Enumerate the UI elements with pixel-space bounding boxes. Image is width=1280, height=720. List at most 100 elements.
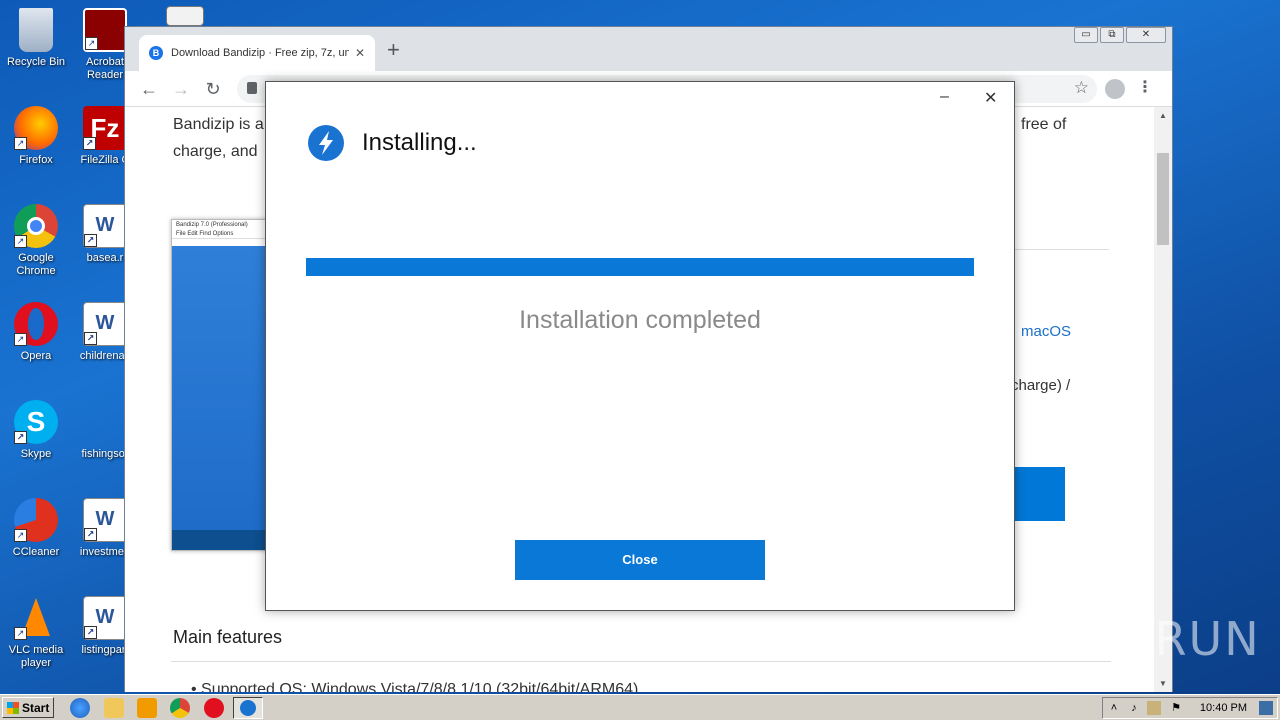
window-controls: ▭ ⧉ ✕ xyxy=(1074,27,1166,43)
desktop-icon-label: listingpart xyxy=(81,644,129,656)
dialog-close-icon[interactable]: ✕ xyxy=(984,88,997,108)
bookmark-star-icon[interactable]: ☆ xyxy=(1074,78,1089,98)
profile-avatar-icon[interactable] xyxy=(1105,79,1125,99)
desktop-icon-chrome[interactable]: ↗ Google Chrome xyxy=(1,204,71,278)
windows-flag-icon xyxy=(7,701,19,714)
tab-bandizip[interactable]: B Download Bandizip · Free zip, 7z, un ✕ xyxy=(139,35,375,71)
word-doc-icon: W ↗ xyxy=(83,596,127,640)
dialog-title: Installing... xyxy=(362,129,477,156)
system-tray: ˄ ♪ ⚑ 10:40 PM xyxy=(1102,697,1278,719)
desktop-icon-label: Firefox xyxy=(19,154,53,166)
action-center-flag-icon[interactable]: ⚑ xyxy=(1169,701,1183,715)
opera-taskbar-icon[interactable] xyxy=(204,698,224,718)
desktop-icon-label: Google Chrome xyxy=(16,252,56,277)
intro-line-1: Bandizip is a xyxy=(173,116,264,133)
new-tab-button[interactable]: + xyxy=(387,39,400,61)
clock: 10:40 PM xyxy=(1199,702,1247,714)
tab-title: Download Bandizip · Free zip, 7z, un xyxy=(171,47,349,59)
firefox-icon: ↗ xyxy=(14,106,58,150)
word-doc-icon: W ↗ xyxy=(83,204,127,248)
screenshot-title: Bandizip 7.0 (Professional) xyxy=(176,222,248,228)
lock-icon xyxy=(247,82,257,94)
desktop-icon-vlc[interactable]: ↗ VLC media player xyxy=(1,596,71,670)
desktop-icon-label: childrenas xyxy=(79,350,131,362)
progress-fill xyxy=(306,258,974,276)
word-doc-icon: W ↗ xyxy=(83,498,127,542)
desktop-icon-label: Recycle Bin xyxy=(6,56,66,68)
desktop-icon-label: investmen xyxy=(79,546,131,558)
skype-icon: S ↗ xyxy=(14,400,58,444)
blank-file-icon xyxy=(83,400,127,444)
chrome-icon: ↗ xyxy=(14,204,58,248)
back-arrow-icon[interactable]: ← xyxy=(137,77,161,101)
desktop-icon-firefox[interactable]: ↗ Firefox xyxy=(1,106,71,167)
screenshot-menu: File Edit Find Options xyxy=(172,230,270,239)
main-features-heading: Main features xyxy=(173,627,283,647)
installer-dialog: – ✕ Installing... Installation completed… xyxy=(265,81,1015,611)
filezilla-icon: Fz ↗ xyxy=(83,106,127,150)
charge-text: charge) / xyxy=(1011,377,1071,394)
opera-icon: ↗ xyxy=(14,302,58,346)
bandizip-favicon-icon: B xyxy=(149,46,163,60)
tab-strip: B Download Bandizip · Free zip, 7z, un ✕… xyxy=(125,27,1172,71)
minimize-button[interactable]: ▭ xyxy=(1074,27,1098,43)
close-button[interactable]: Close xyxy=(515,540,765,580)
reload-icon[interactable]: ↻ xyxy=(201,77,225,101)
desktop-icon-label: fishingsor xyxy=(81,448,129,460)
ccleaner-icon: ↗ xyxy=(14,498,58,542)
bandizip-screenshot-image: Bandizip 7.0 (Professional) File Edit Fi… xyxy=(171,219,271,551)
close-window-button[interactable]: ✕ xyxy=(1126,27,1166,43)
desktop-icon-label: Opera xyxy=(20,350,52,362)
start-label: Start xyxy=(22,700,50,715)
chrome-taskbar-icon[interactable] xyxy=(170,698,190,718)
document-icon xyxy=(166,6,204,26)
desktop-icon-label: Acrobat Reader xyxy=(86,56,124,81)
bandizip-installer-taskbar-button[interactable] xyxy=(233,697,263,719)
install-status: Installation completed xyxy=(519,306,761,334)
show-desktop-icon[interactable] xyxy=(1259,701,1273,715)
tab-close-icon[interactable]: ✕ xyxy=(355,46,365,60)
restore-button[interactable]: ⧉ xyxy=(1100,27,1124,43)
vlc-cone-icon: ↗ xyxy=(14,596,58,640)
volume-icon[interactable]: ♪ xyxy=(1127,701,1141,715)
dialog-minimize-button[interactable]: – xyxy=(940,88,949,106)
intro-right-text: free of xyxy=(1021,116,1067,133)
desktop-icon-recycle-bin[interactable]: Recycle Bin xyxy=(1,8,71,69)
kebab-menu-icon[interactable]: ⋮ xyxy=(1137,77,1153,97)
feature-bullet: • Supported OS: Windows Vista/7/8/8.1/10… xyxy=(191,681,638,692)
intro-line-2: charge, and xyxy=(173,143,258,160)
feature-bullet-text: Supported OS: Windows Vista/7/8/8.1/10 (… xyxy=(201,681,639,692)
media-player-icon[interactable] xyxy=(137,698,157,718)
desktop-icon-opera[interactable]: ↗ Opera xyxy=(1,302,71,363)
anyrun-watermark: ANY RUN xyxy=(1038,612,1261,666)
macos-link[interactable]: macOS xyxy=(1021,323,1071,340)
download-button[interactable] xyxy=(1015,467,1065,521)
bandizip-logo-icon xyxy=(308,125,344,161)
forward-arrow-icon[interactable]: → xyxy=(169,77,193,101)
divider xyxy=(1015,249,1109,250)
word-doc-icon: W ↗ xyxy=(83,302,127,346)
divider xyxy=(171,661,1111,662)
scroll-down-icon[interactable]: ▼ xyxy=(1154,679,1172,688)
install-progress-bar xyxy=(306,258,974,276)
desktop-icon-label: basea.r xyxy=(86,252,124,264)
desktop-icon-skype[interactable]: S ↗ Skype xyxy=(1,400,71,461)
screenshot-footer xyxy=(172,530,270,550)
network-icon[interactable] xyxy=(1147,701,1161,715)
tray-expand-icon[interactable]: ˄ xyxy=(1107,701,1121,715)
desktop-icon-label: CCleaner xyxy=(12,546,60,558)
desktop-icon-label: VLC media player xyxy=(8,644,64,669)
screenshot-body xyxy=(172,246,270,530)
explorer-folder-icon[interactable] xyxy=(104,698,124,718)
ie-icon[interactable] xyxy=(70,698,90,718)
acrobat-icon: ↗ xyxy=(83,8,127,52)
desktop-icon-ccleaner[interactable]: ↗ CCleaner xyxy=(1,498,71,559)
desktop-icon-label: FileZilla C xyxy=(80,154,130,166)
recycle-bin-icon xyxy=(19,8,53,52)
desktop-icon-label: Skype xyxy=(20,448,52,460)
bandizip-taskbar-icon xyxy=(240,700,256,716)
scrollbar-thumb[interactable] xyxy=(1157,153,1169,245)
start-button[interactable]: Start xyxy=(2,697,54,718)
scroll-up-icon[interactable]: ▲ xyxy=(1154,111,1172,120)
page-scrollbar[interactable]: ▲ ▼ xyxy=(1154,107,1172,692)
